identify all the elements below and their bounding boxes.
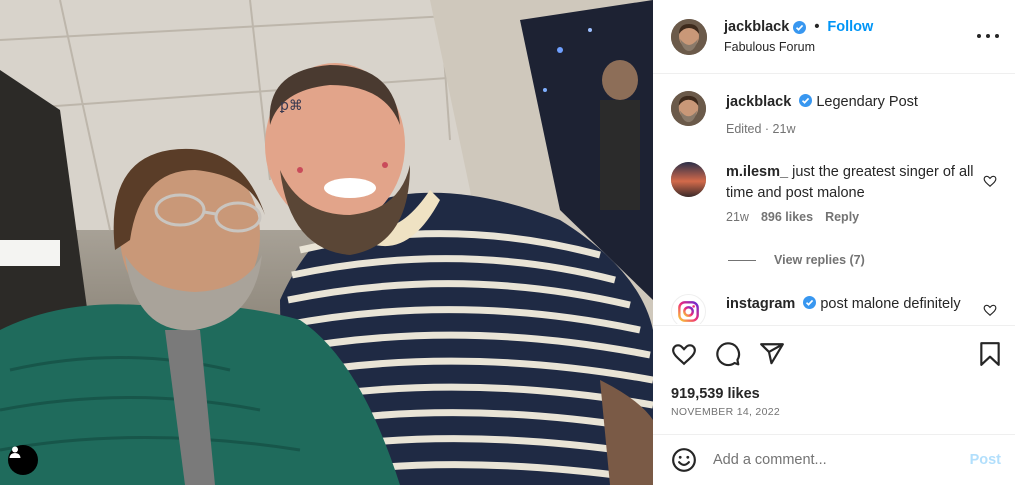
view-replies-label: View replies (7) xyxy=(774,253,865,267)
comment-icon[interactable] xyxy=(715,341,741,367)
post-date: NOVEMBER 14, 2022 xyxy=(671,406,780,418)
heart-icon[interactable] xyxy=(671,341,697,367)
comment-like-heart-icon[interactable] xyxy=(983,303,997,317)
view-replies-button[interactable]: View replies (7) xyxy=(728,253,865,267)
avatar[interactable] xyxy=(671,162,706,197)
reply-button[interactable]: Reply xyxy=(825,210,859,224)
comments-list[interactable]: jackblack Legendary Post Edited · 21w m.… xyxy=(653,75,1015,324)
caption-text: Legendary Post xyxy=(816,94,918,110)
post-detail-panel: jackblack • Follow Fabulous Forum jackbl… xyxy=(653,0,1015,485)
caption: jackblack Legendary Post Edited · 21w xyxy=(671,91,1007,136)
bookmark-icon[interactable] xyxy=(977,341,1003,367)
likes-count[interactable]: 919,539 likes xyxy=(671,386,760,402)
svg-text:ꝑ⌘: ꝑ⌘ xyxy=(279,98,303,114)
post-header: jackblack • Follow Fabulous Forum xyxy=(653,0,1015,74)
comment-username[interactable]: instagram xyxy=(726,296,795,312)
user-tag-icon[interactable] xyxy=(8,445,38,475)
comment-item: instagram post malone definitely xyxy=(671,294,1007,324)
post-image: ꝑ⌘ xyxy=(0,0,653,485)
post-comment-button[interactable]: Post xyxy=(970,452,1001,468)
action-bar: 919,539 likes NOVEMBER 14, 2022 xyxy=(653,325,1015,433)
verified-badge-icon xyxy=(793,20,807,34)
avatar[interactable] xyxy=(671,18,707,55)
verified-badge-icon xyxy=(799,94,813,107)
comment-input[interactable] xyxy=(713,452,970,468)
comment-username[interactable]: m.ilesm_ xyxy=(726,164,788,180)
caption-username[interactable]: jackblack xyxy=(726,94,791,110)
header-username[interactable]: jackblack xyxy=(724,19,789,35)
more-options-icon[interactable] xyxy=(977,26,999,46)
comment-item: m.ilesm_ just the greatest singer of all… xyxy=(671,162,1007,224)
header-separator: • xyxy=(814,19,820,35)
location-link[interactable]: Fabulous Forum xyxy=(724,40,873,54)
verified-badge-icon xyxy=(803,296,817,309)
post-photo[interactable]: ꝑ⌘ xyxy=(0,0,653,485)
comment-age: 21w xyxy=(726,210,749,224)
avatar[interactable] xyxy=(671,91,706,126)
view-replies-divider xyxy=(728,259,756,261)
share-icon[interactable] xyxy=(759,341,785,367)
instagram-logo-icon[interactable] xyxy=(671,294,706,324)
caption-meta: Edited · 21w xyxy=(726,122,796,136)
comment-like-heart-icon[interactable] xyxy=(983,174,997,188)
comment-text: post malone definitely xyxy=(820,296,961,312)
follow-button[interactable]: Follow xyxy=(827,19,873,35)
emoji-icon[interactable] xyxy=(671,447,697,473)
add-comment-bar: Post xyxy=(653,434,1015,485)
comment-likes[interactable]: 896 likes xyxy=(761,210,813,224)
